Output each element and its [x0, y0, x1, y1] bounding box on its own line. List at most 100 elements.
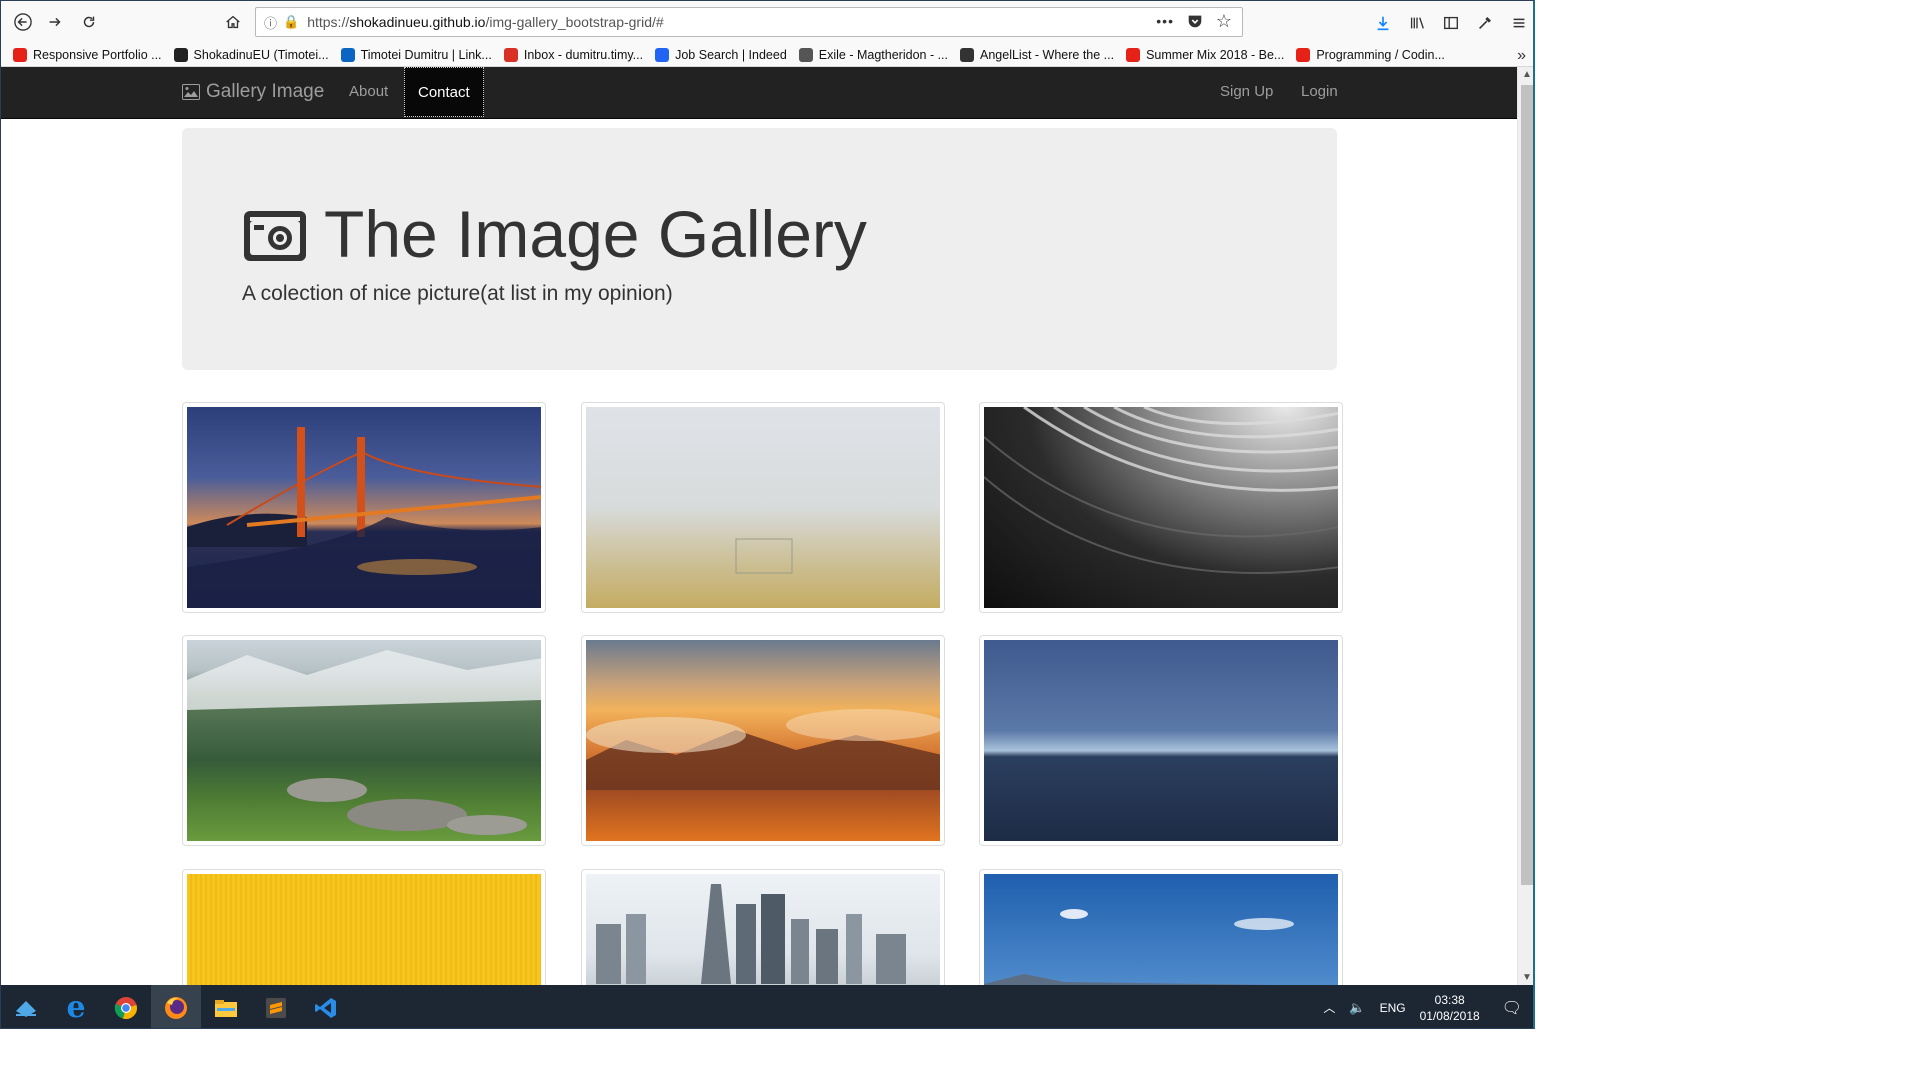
- volume-icon[interactable]: 🔈: [1349, 1000, 1365, 1016]
- file-explorer-icon: [215, 999, 237, 1017]
- info-icon[interactable]: ⓘ: [264, 13, 277, 32]
- desktop-screen: ⓘ 🔒 https://shokadinueu.github.io/img-ga…: [0, 0, 1920, 1080]
- clock[interactable]: 03:38 01/08/2018: [1420, 992, 1480, 1024]
- bookmark-item[interactable]: Inbox - dumitru.timy...: [503, 47, 644, 62]
- browser-toolbar: ⓘ 🔒 https://shokadinueu.github.io/img-ga…: [1, 1, 1533, 43]
- start-button[interactable]: [1, 985, 51, 1028]
- bookmark-star-icon[interactable]: ☆: [1216, 11, 1232, 32]
- golden-gate-image: [187, 407, 541, 608]
- scroll-up-icon[interactable]: ▲: [1522, 69, 1532, 80]
- eyedropper-button[interactable]: [1471, 9, 1499, 37]
- thumbnail-ocean-horizon[interactable]: [979, 635, 1343, 846]
- page-scrollbar[interactable]: ▲ ▼: [1517, 67, 1533, 985]
- sidebar-icon: [1444, 16, 1458, 30]
- bookmark-item[interactable]: Summer Mix 2018 - Be...: [1126, 47, 1285, 62]
- pocket-icon[interactable]: [1186, 12, 1204, 33]
- back-arrow-icon: [14, 13, 32, 31]
- bookmark-label: ShokadinuEU (Timotei...: [193, 47, 329, 62]
- bookmark-item[interactable]: Job Search | Indeed: [655, 47, 787, 62]
- title-text: The Image Gallery: [324, 197, 867, 271]
- taskbar-firefox[interactable]: [151, 985, 201, 1028]
- bookmark-label: Summer Mix 2018 - Be...: [1146, 47, 1285, 62]
- windows-taskbar: e ︿ 🔈 ENG 03:38 01/08/2018 🗨: [1, 985, 1533, 1028]
- thumbnail-golden-gate[interactable]: [182, 402, 546, 613]
- page-actions-icon[interactable]: •••: [1156, 13, 1174, 29]
- back-button[interactable]: [7, 6, 39, 38]
- vscode-icon: [315, 997, 336, 1018]
- reload-icon: [83, 16, 95, 28]
- taskbar-vscode[interactable]: [301, 985, 351, 1028]
- bookmark-label: Exile - Magtheridon - ...: [818, 47, 948, 62]
- scroll-down-icon[interactable]: ▼: [1522, 972, 1532, 983]
- taskbar-sublime[interactable]: [251, 985, 301, 1028]
- thumbnail-sunset-clouds[interactable]: [581, 635, 945, 846]
- bookmark-item[interactable]: Timotei Dumitru | Link...: [340, 47, 492, 62]
- navbar-brand[interactable]: Gallery Image: [182, 81, 324, 103]
- tray-chevron-up-icon[interactable]: ︿: [1323, 999, 1335, 1016]
- thumbnail-yellow-texture[interactable]: [182, 869, 546, 985]
- bookmarks-bar: Responsive Portfolio ... ShokadinuEU (Tim…: [1, 43, 1533, 67]
- download-icon: [1377, 16, 1389, 31]
- taskbar-file-explorer[interactable]: [201, 985, 251, 1028]
- camera-icon: [244, 211, 306, 261]
- nav-about[interactable]: About: [336, 67, 401, 117]
- bookmark-item[interactable]: AngelList - Where the ...: [960, 47, 1114, 62]
- library-button[interactable]: [1403, 9, 1431, 37]
- scroll-thumb[interactable]: [1521, 85, 1533, 885]
- windows-start-icon: [16, 1000, 36, 1017]
- language-indicator[interactable]: ENG: [1380, 1001, 1406, 1015]
- hamburger-icon: [1513, 18, 1525, 28]
- page-subtitle: A colection of nice picture(at list in m…: [242, 282, 673, 305]
- bookmark-item[interactable]: Programming / Codin...: [1296, 47, 1445, 62]
- chrome-icon: [114, 996, 137, 1019]
- url-prefix: https://: [307, 14, 350, 30]
- page-viewport: Gallery Image About Contact Sign Up Logi…: [1, 67, 1517, 985]
- gmail-icon: [503, 47, 518, 62]
- home-icon: [226, 15, 240, 29]
- home-button[interactable]: [217, 6, 249, 38]
- thumbnail-foggy-field[interactable]: [581, 402, 945, 613]
- bookmark-label: Programming / Codin...: [1316, 47, 1445, 62]
- url-text: https://shokadinueu.github.io/img-galler…: [307, 14, 663, 30]
- youtube-icon: [1296, 47, 1311, 62]
- notifications-icon[interactable]: 🗨: [1502, 998, 1522, 1018]
- thumbnail-blue-sky[interactable]: [979, 869, 1343, 985]
- site-navbar: Gallery Image About Contact Sign Up Logi…: [1, 67, 1517, 119]
- sublime-text-icon: [266, 997, 286, 1018]
- downloads-button[interactable]: [1369, 9, 1397, 37]
- thumbnail-abstract-architecture[interactable]: [979, 402, 1343, 613]
- thumbnail-mountain-meadow[interactable]: [182, 635, 546, 846]
- taskbar-edge[interactable]: e: [51, 985, 101, 1028]
- bookmark-item[interactable]: ShokadinuEU (Timotei...: [173, 47, 329, 62]
- jumbotron: The Image Gallery A colection of nice pi…: [182, 128, 1337, 370]
- bookmark-label: Timotei Dumitru | Link...: [360, 47, 492, 62]
- firefox-icon: [165, 996, 187, 1019]
- mountain-meadow-image: [187, 640, 541, 841]
- address-bar[interactable]: ⓘ 🔒 https://shokadinueu.github.io/img-ga…: [255, 7, 1243, 37]
- ocean-horizon-image: [984, 640, 1338, 841]
- bookmark-item[interactable]: Responsive Portfolio ...: [13, 47, 162, 62]
- youtube-icon: [13, 47, 27, 62]
- taskbar-chrome[interactable]: [101, 985, 151, 1028]
- nav-contact[interactable]: Contact: [404, 67, 484, 117]
- nav-sign-up[interactable]: Sign Up: [1207, 67, 1286, 117]
- eyedropper-icon: [1479, 17, 1491, 29]
- github-icon: [173, 47, 188, 62]
- forward-button[interactable]: [39, 6, 71, 38]
- bookmark-label: Inbox - dumitru.timy...: [523, 47, 644, 62]
- sidebar-button[interactable]: [1437, 9, 1465, 37]
- bookmark-item[interactable]: Exile - Magtheridon - ...: [798, 47, 948, 62]
- clock-time: 03:38: [1434, 992, 1465, 1007]
- thumbnail-city-skyline[interactable]: [581, 869, 945, 985]
- linkedin-icon: [340, 47, 355, 62]
- lock-warning-icon: 🔒: [283, 14, 300, 29]
- menu-button[interactable]: [1505, 9, 1533, 37]
- youtube-icon: [1126, 47, 1141, 62]
- browser-window: ⓘ 🔒 https://shokadinueu.github.io/img-ga…: [0, 0, 1535, 1029]
- reload-button[interactable]: [73, 6, 105, 38]
- yellow-texture-image: [187, 874, 541, 985]
- clock-date: 01/08/2018: [1419, 1008, 1480, 1023]
- bookmarks-overflow-icon[interactable]: »: [1517, 47, 1526, 65]
- library-icon: [1410, 17, 1424, 29]
- nav-login[interactable]: Login: [1288, 67, 1351, 117]
